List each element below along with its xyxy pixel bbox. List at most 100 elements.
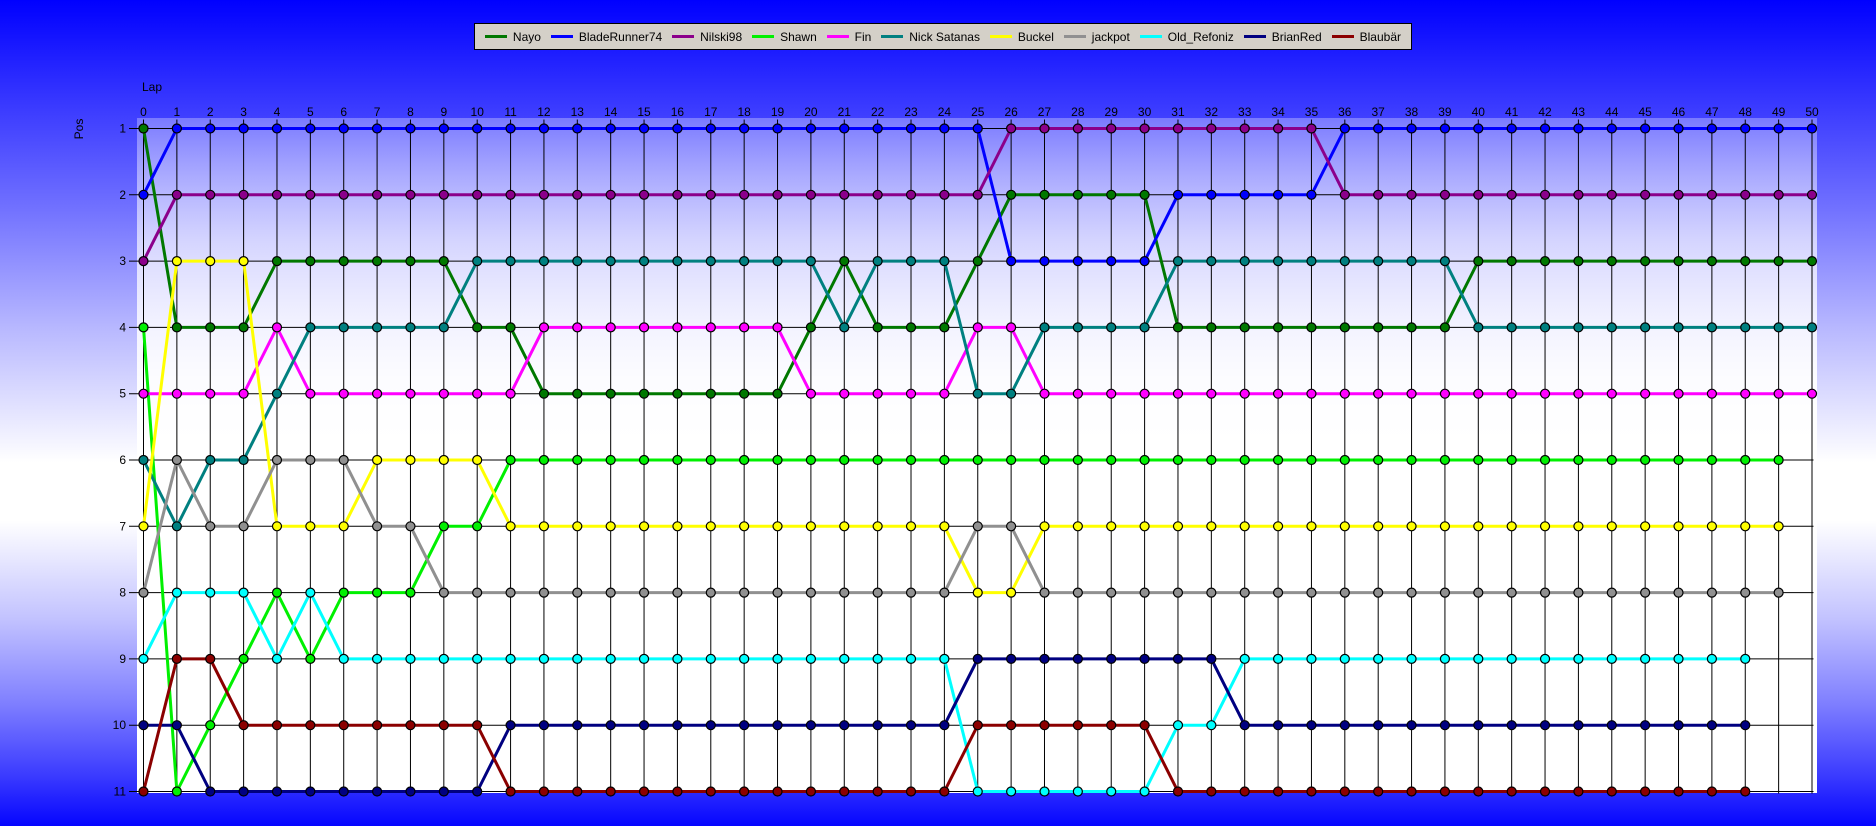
series-marker-nayo xyxy=(1272,322,1284,333)
series-marker-nilski98 xyxy=(238,189,249,200)
series-marker-blaubär xyxy=(138,786,149,797)
series-marker-blaubär xyxy=(1506,786,1517,797)
series-marker-shawn xyxy=(1439,454,1451,466)
series-marker-jackpot xyxy=(1539,587,1551,598)
series-marker-fin xyxy=(1272,388,1284,399)
series-marker-blaubär xyxy=(1139,720,1150,731)
series-marker-nilski98 xyxy=(171,189,182,200)
series-marker-old_refoniz xyxy=(371,653,383,665)
series-marker-blaubär xyxy=(805,786,817,797)
series-marker-shawn xyxy=(1172,454,1184,466)
series-marker-buckel xyxy=(438,454,449,466)
series-marker-nayo xyxy=(1072,189,1083,200)
series-marker-nick-satanas xyxy=(1473,322,1484,333)
series-marker-fin xyxy=(472,388,483,399)
series-marker-fin xyxy=(1806,388,1818,399)
lap-chart-window: Nayo BladeRunner74 Nilski98 Shawn Fin Nick Sa… xyxy=(0,0,1876,826)
series-marker-brianred xyxy=(271,786,283,797)
lap-tick-label: 8 xyxy=(407,105,414,119)
lap-tick-label: 25 xyxy=(971,105,985,119)
series-marker-jackpot xyxy=(739,587,750,598)
series-marker-nayo xyxy=(905,322,917,333)
series-marker-nick-satanas xyxy=(1740,322,1751,333)
lap-tick-label: 9 xyxy=(440,105,447,119)
series-marker-blaubär xyxy=(1439,786,1451,797)
pos-tick-label: 11 xyxy=(114,785,127,799)
series-marker-shawn xyxy=(1239,454,1250,466)
series-marker-jackpot xyxy=(1506,587,1517,598)
series-marker-jackpot xyxy=(1206,587,1217,598)
series-marker-fin xyxy=(605,322,616,333)
series-marker-buckel xyxy=(705,521,716,532)
series-marker-blaubär xyxy=(1473,786,1484,797)
series-marker-fin xyxy=(1640,388,1651,399)
series-marker-buckel xyxy=(1506,521,1517,532)
series-marker-blaubär xyxy=(905,786,917,797)
series-marker-nayo xyxy=(1740,256,1751,267)
series-marker-brianred xyxy=(672,720,683,731)
series-marker-nilski98 xyxy=(1473,189,1484,200)
lap-tick-label: 28 xyxy=(1071,105,1085,119)
series-marker-brianred xyxy=(905,720,917,731)
series-marker-fin xyxy=(1072,388,1083,399)
series-marker-fin xyxy=(905,388,917,399)
series-marker-bladerunner74 xyxy=(1206,189,1217,200)
series-marker-jackpot xyxy=(1606,587,1617,598)
series-marker-shawn xyxy=(1373,454,1384,466)
series-marker-bladerunner74 xyxy=(438,123,449,134)
series-marker-nilski98 xyxy=(1272,123,1284,134)
series-marker-nilski98 xyxy=(138,256,149,267)
lap-tick-label: 0 xyxy=(140,105,147,119)
series-marker-buckel xyxy=(572,521,583,532)
lap-tick-label: 23 xyxy=(904,105,918,119)
series-marker-fin xyxy=(1439,388,1451,399)
lap-tick-label: 16 xyxy=(671,105,685,119)
series-marker-shawn xyxy=(672,454,683,466)
series-marker-shawn xyxy=(405,587,416,598)
series-marker-nick-satanas xyxy=(905,256,917,267)
series-marker-brianred xyxy=(438,786,449,797)
series-marker-bladerunner74 xyxy=(939,123,950,134)
series-marker-buckel xyxy=(1239,521,1250,532)
series-marker-fin xyxy=(1039,388,1050,399)
series-marker-fin xyxy=(1172,388,1184,399)
series-marker-fin xyxy=(438,388,449,399)
series-marker-fin xyxy=(338,388,349,399)
series-marker-bladerunner74 xyxy=(1673,123,1684,134)
series-marker-jackpot xyxy=(138,587,149,598)
series-marker-buckel xyxy=(271,521,283,532)
series-marker-buckel xyxy=(205,256,216,267)
lap-tick-label: 4 xyxy=(274,105,281,119)
series-marker-brianred xyxy=(1673,720,1684,731)
series-marker-nayo xyxy=(305,256,316,267)
series-marker-jackpot xyxy=(505,587,516,598)
series-marker-fin xyxy=(271,322,283,333)
lap-tick-label: 34 xyxy=(1271,105,1285,119)
series-marker-nilski98 xyxy=(705,189,716,200)
series-marker-jackpot xyxy=(238,521,249,532)
series-marker-fin xyxy=(939,388,950,399)
series-marker-buckel xyxy=(1306,521,1317,532)
series-marker-fin xyxy=(505,388,516,399)
series-marker-bladerunner74 xyxy=(305,123,316,134)
series-marker-brianred xyxy=(1539,720,1551,731)
series-marker-brianred xyxy=(872,720,883,731)
series-marker-bladerunner74 xyxy=(1506,123,1517,134)
series-marker-bladerunner74 xyxy=(805,123,817,134)
series-marker-buckel xyxy=(305,521,316,532)
series-marker-shawn xyxy=(171,786,182,797)
series-marker-nayo xyxy=(1673,256,1684,267)
series-marker-jackpot xyxy=(1373,587,1384,598)
series-marker-nayo xyxy=(1773,256,1784,267)
series-marker-nilski98 xyxy=(472,189,483,200)
series-marker-old_refoniz xyxy=(905,653,917,665)
series-marker-buckel xyxy=(472,454,483,466)
series-marker-fin xyxy=(1673,388,1684,399)
series-marker-bladerunner74 xyxy=(538,123,550,134)
series-marker-nayo xyxy=(505,322,516,333)
series-marker-brianred xyxy=(972,653,983,665)
lap-tick-label: 49 xyxy=(1772,105,1786,119)
series-marker-fin xyxy=(1106,388,1117,399)
series-marker-buckel xyxy=(1072,521,1083,532)
series-marker-nilski98 xyxy=(638,189,650,200)
